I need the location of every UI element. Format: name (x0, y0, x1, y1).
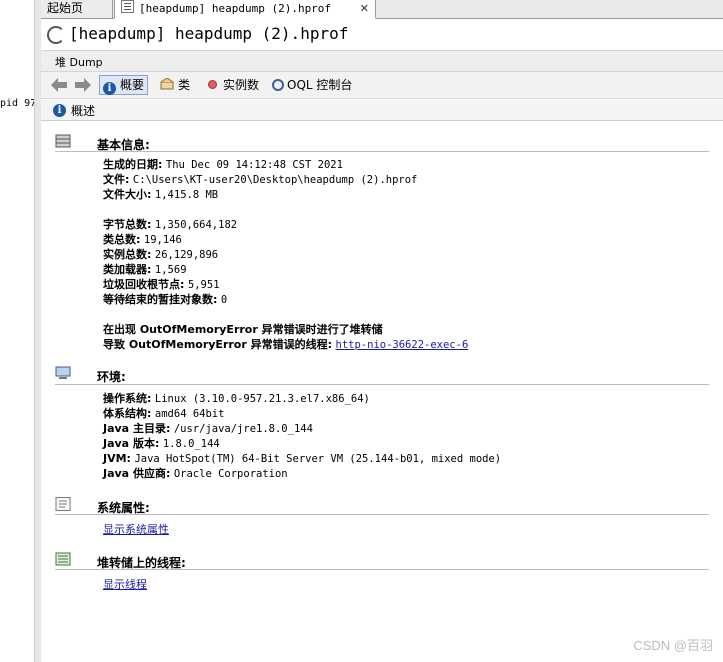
tab-label: 起始页 (47, 1, 84, 15)
show-system-properties-row: 显示系统属性 (103, 522, 169, 537)
document-icon (121, 0, 134, 13)
view-toolbar: i 概要 类 实例数 OQL 控制台 (41, 72, 723, 99)
divider (55, 514, 709, 515)
computer-icon (55, 366, 71, 379)
show-system-properties-link[interactable]: 显示系统属性 (103, 523, 169, 536)
info-row: 类总数: 19,146 (103, 233, 182, 246)
properties-icon (55, 497, 71, 511)
info-row: Java 供应商: Oracle Corporation (103, 467, 288, 480)
info-row: 生成的日期: Thu Dec 09 14:12:48 CST 2021 (103, 158, 343, 171)
instance-icon (208, 80, 217, 89)
oql-console-button[interactable]: OQL 控制台 (269, 75, 355, 95)
info-row: 体系结构: amd64 64bit (103, 407, 225, 420)
overview-bar: i 概述 (41, 100, 723, 121)
tab-label: [heapdump] heapdump (2).hprof (139, 2, 332, 15)
info-row: 文件大小: 1,415.8 MB (103, 188, 219, 201)
info-row: 字节总数: 1,350,664,182 (103, 218, 238, 231)
close-icon[interactable]: ✕ (360, 0, 369, 17)
tab-heapdump[interactable]: [heapdump] heapdump (2).hprof ✕ (114, 0, 376, 19)
info-row: 类加载器: 1,569 (103, 263, 187, 276)
watermark: CSDN @百羽 (633, 638, 713, 653)
info-row: JVM: Java HotSpot(TM) 64-Bit Server VM (… (103, 452, 502, 465)
heapdump-window: 起始页 [heapdump] heapdump (2).hprof ✕ [hea… (41, 0, 723, 662)
info-row: 实例总数: 26,129,896 (103, 248, 219, 261)
info-icon: i (53, 104, 66, 117)
classes-label: 类 (178, 78, 191, 92)
tab-start-page[interactable]: 起始页 (41, 0, 113, 18)
info-row: 等待结束的暂挂对象数: 0 (103, 293, 228, 306)
tab-bar: 起始页 [heapdump] heapdump (2).hprof ✕ (41, 0, 723, 19)
divider (55, 384, 709, 385)
instances-label: 实例数 (223, 78, 260, 92)
splitter[interactable] (34, 0, 41, 662)
oql-console-label: OQL 控制台 (287, 78, 353, 92)
back-arrow-icon[interactable] (51, 78, 67, 92)
heap-dump-bar: 堆 Dump (41, 50, 723, 72)
oql-icon (272, 79, 284, 91)
info-row: Java 版本: 1.8.0_144 (103, 437, 220, 450)
summary-label: 概要 (120, 78, 145, 92)
info-icon: i (103, 82, 116, 95)
instances-button[interactable]: 实例数 (203, 75, 262, 95)
oom-thread-link[interactable]: http-nio-36622-exec-6 (336, 339, 469, 351)
oom-thread-row: 导致 OutOfMemoryError 异常错误的线程: http-nio-36… (103, 338, 469, 351)
info-row: 操作系统: Linux (3.10.0-957.21.3.el7.x86_64) (103, 392, 370, 405)
left-gutter: pid 97 (0, 0, 41, 662)
overview-label: 概述 (71, 104, 96, 118)
divider (55, 151, 709, 152)
oom-notice: 在出现 OutOfMemoryError 异常错误时进行了堆转储 (103, 323, 383, 336)
show-threads-row: 显示线程 (103, 577, 147, 592)
show-threads-link[interactable]: 显示线程 (103, 578, 147, 591)
classes-button[interactable]: 类 (157, 75, 193, 95)
section-title: 环境: (97, 370, 126, 384)
forward-arrow-icon[interactable] (75, 78, 91, 92)
info-row: 垃圾回收根节点: 5,951 (103, 278, 220, 291)
threads-icon (55, 552, 71, 566)
database-icon (55, 134, 71, 148)
class-icon (160, 78, 174, 90)
info-row: 文件: C:\Users\KT-user20\Desktop\heapdump … (103, 173, 418, 186)
info-row: Java 主目录: /usr/java/jre1.8.0_144 (103, 422, 313, 435)
loading-spinner-icon (47, 26, 65, 44)
summary-button[interactable]: i 概要 (99, 75, 149, 95)
page-title: [heapdump] heapdump (2).hprof (69, 24, 349, 43)
pid-label: pid 97 (0, 98, 37, 109)
divider (55, 569, 709, 570)
heap-dump-label: 堆 Dump (55, 56, 103, 69)
